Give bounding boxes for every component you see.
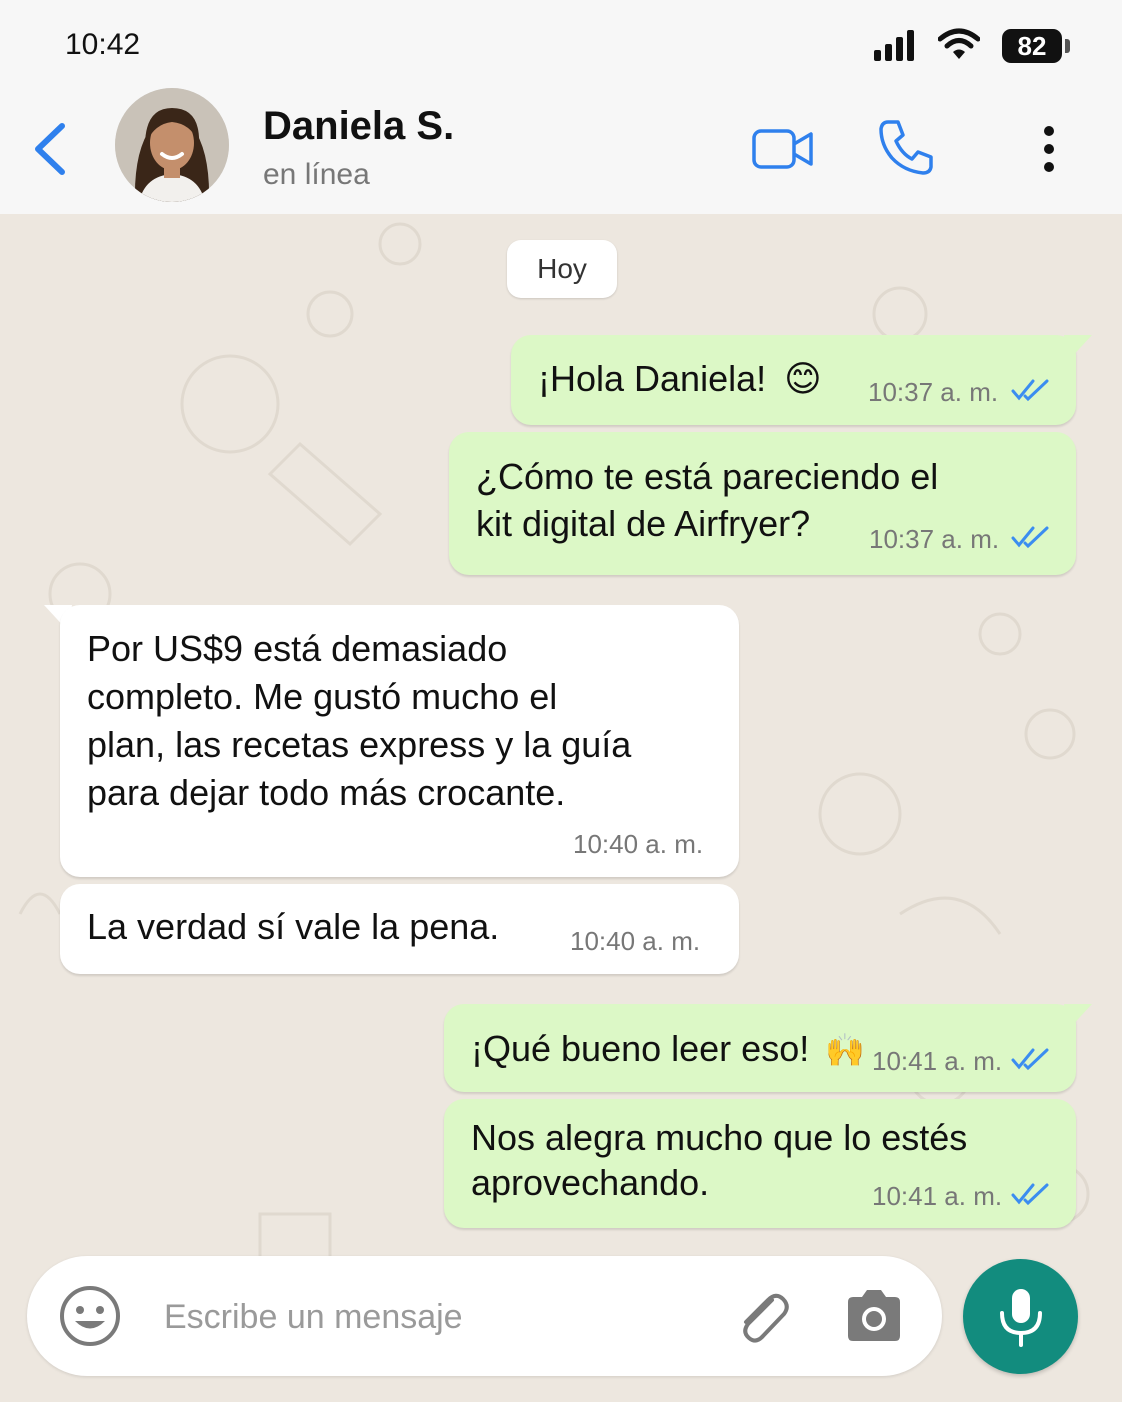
message-timestamp: 10:37 a. m. [868, 377, 999, 407]
mic-button[interactable] [963, 1259, 1078, 1374]
message-timestamp: 10:40 a. m. [573, 829, 704, 859]
bubble-tail [1064, 1004, 1092, 1030]
message-text: La verdad sí vale la pena. [87, 906, 500, 947]
raised-hands-emoji-icon: 🙌 [825, 1032, 866, 1068]
message-line: Por US$9 está demasiado [87, 628, 508, 669]
signal-icon [874, 30, 914, 61]
attach-icon[interactable] [732, 1286, 792, 1346]
smile-emoji-icon: 😊 [784, 358, 822, 399]
message-bubble-outgoing[interactable]: ¿Cómo te está pareciendo el kit digital … [449, 432, 1076, 575]
message-timestamp: 10:41 a. m. [872, 1181, 1003, 1211]
message-timestamp: 10:40 a. m. [570, 926, 701, 956]
contact-name[interactable]: Daniela S. [263, 104, 454, 149]
battery-icon: 82 [1002, 29, 1062, 63]
bubble-tail [1064, 335, 1092, 361]
message-bubble-incoming[interactable]: La verdad sí vale la pena. 10:40 a. m. [60, 884, 739, 974]
message-line: ¿Cómo te está pareciendo el [476, 456, 939, 497]
message-line: completo. Me gustó mucho el [87, 676, 558, 717]
emoji-icon[interactable] [58, 1284, 122, 1348]
message-text: Por US$9 está demasiado completo. Me gus… [87, 625, 631, 817]
avatar-image [115, 88, 229, 202]
message-bubble-outgoing[interactable]: Nos alegra mucho que lo estés aprovechan… [444, 1099, 1076, 1228]
read-ticks-icon [1011, 379, 1049, 402]
chat-area[interactable]: Hoy ¡Hola Daniela! 😊 10:37 a. m. ¿Cómo t… [0, 214, 1122, 1402]
message-bubble-outgoing[interactable]: ¡Hola Daniela! 😊 10:37 a. m. [511, 335, 1076, 425]
camera-icon[interactable] [844, 1288, 904, 1344]
message-line: Nos alegra mucho que lo estés [471, 1117, 968, 1158]
message-input[interactable] [162, 1292, 606, 1342]
day-separator: Hoy [507, 240, 617, 298]
read-ticks-icon [1011, 1048, 1049, 1071]
read-ticks-icon [1011, 1183, 1049, 1206]
mic-icon [1000, 1289, 1042, 1347]
video-call-icon[interactable] [752, 128, 814, 170]
status-time: 10:42 [65, 28, 141, 61]
more-vertical-icon[interactable] [1040, 126, 1058, 172]
message-timestamp: 10:37 a. m. [869, 524, 1000, 554]
read-ticks-icon [1011, 526, 1049, 549]
chat-header: Daniela S. en línea [0, 88, 1122, 214]
composer-bar [27, 1256, 942, 1376]
message-text: ¡Hola Daniela! 😊 [538, 355, 822, 402]
battery-level: 82 [1017, 31, 1047, 61]
back-chevron-icon[interactable] [30, 122, 70, 176]
message-line: ¡Hola Daniela! [538, 358, 767, 399]
message-line: plan, las recetas express y la guía [87, 724, 632, 765]
message-bubble-outgoing[interactable]: ¡Qué bueno leer eso! 🙌 10:41 a. m. [444, 1004, 1076, 1092]
battery-tip [1065, 39, 1070, 53]
message-line: para dejar todo más crocante. [87, 772, 566, 813]
phone-call-icon[interactable] [878, 118, 934, 176]
message-bubble-incoming[interactable]: Por US$9 está demasiado completo. Me gus… [60, 605, 739, 877]
message-text: ¡Qué bueno leer eso! 🙌 [471, 1025, 865, 1074]
avatar[interactable] [115, 88, 229, 202]
presence-status: en línea [263, 158, 370, 191]
status-bar: 10:42 82 [0, 0, 1122, 88]
message-timestamp: 10:41 a. m. [872, 1046, 1003, 1076]
message-line: ¡Qué bueno leer eso! [471, 1028, 810, 1069]
wifi-icon [938, 28, 980, 59]
